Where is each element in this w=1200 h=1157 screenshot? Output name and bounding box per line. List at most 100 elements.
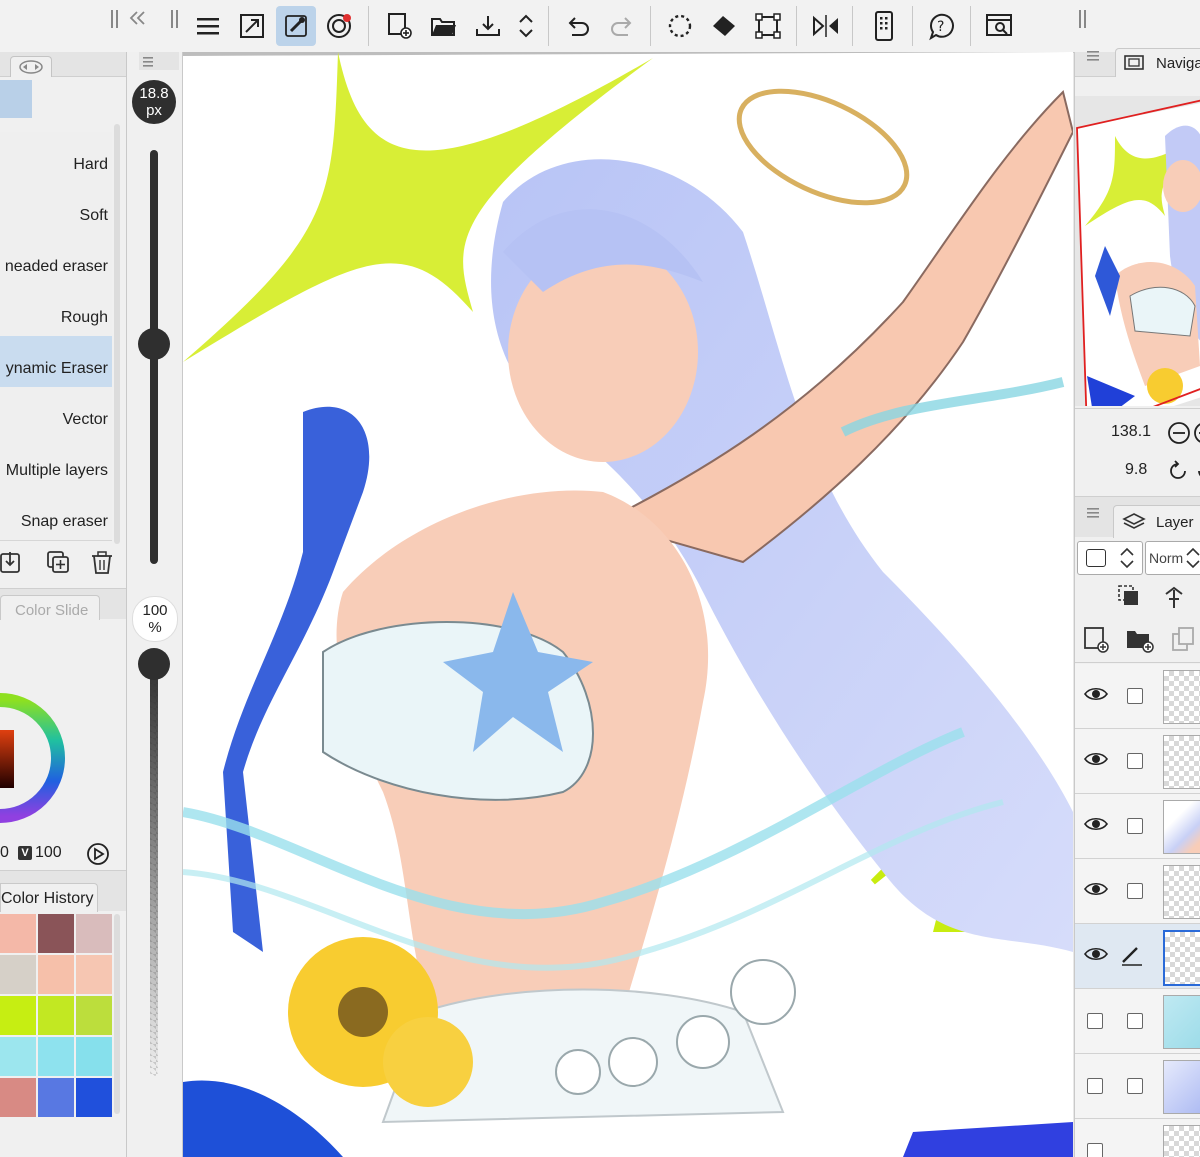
color-preview[interactable] [0,80,32,118]
phone-icon[interactable] [864,6,904,46]
subtool-item[interactable]: Rough [0,285,112,337]
canvas-area[interactable] [183,52,1073,1157]
color-wheel-icon[interactable] [0,620,126,870]
flip-icon[interactable] [806,6,846,46]
tab-navigator[interactable]: Naviga [1115,48,1200,77]
layer-checkbox[interactable] [1127,818,1143,834]
subtool-scrollbar[interactable] [114,124,120,544]
blend-mode-select[interactable]: Norm [1145,541,1200,575]
layer-checkbox[interactable] [1127,1078,1143,1094]
eye-icon[interactable] [1083,684,1109,704]
layer-row[interactable] [1075,989,1200,1054]
eye-icon[interactable] [1083,944,1109,964]
reorder-icon[interactable] [508,6,544,46]
opacity-stepper[interactable] [1077,541,1143,575]
new-folder-icon[interactable] [1125,626,1155,654]
subtool-item[interactable]: Multiple layers [0,438,112,490]
fit-icon[interactable] [232,6,272,46]
navigator-preview[interactable] [1075,96,1200,406]
navigator-thumbnail[interactable] [1075,96,1200,406]
subtool-item[interactable]: Soft [0,183,112,235]
redo-icon[interactable] [602,6,642,46]
opacity-slider[interactable] [150,660,158,1076]
import-icon[interactable] [0,550,24,576]
color-swatch[interactable] [38,955,74,994]
trash-icon[interactable] [90,550,114,576]
search-icon[interactable] [980,6,1020,46]
subtool-tab[interactable] [10,56,52,77]
selection-icon[interactable] [660,6,700,46]
panel-grip-icon[interactable] [1078,8,1090,30]
copy-layer-icon[interactable] [1171,626,1199,654]
save-icon[interactable] [468,6,508,46]
layer-row[interactable] [1075,729,1200,794]
color-swatch[interactable] [0,996,36,1035]
layer-row[interactable] [1075,1054,1200,1119]
subtool-item[interactable]: Snap eraser [0,489,112,541]
color-swatch[interactable] [38,996,74,1035]
color-swatch[interactable] [38,1037,74,1076]
color-swatch[interactable] [0,1037,36,1076]
layer-checkbox[interactable] [1127,753,1143,769]
rotate-left-icon[interactable] [1167,459,1191,483]
color-swatch[interactable] [76,1078,112,1117]
undo-icon[interactable] [558,6,598,46]
layer-row[interactable] [1075,859,1200,924]
layer-row[interactable] [1075,664,1200,729]
hamburger-icon[interactable] [1085,46,1103,64]
panel-grip-icon[interactable] [110,8,122,30]
hamburger-icon[interactable] [139,52,159,70]
tab-layer[interactable]: Layer [1113,505,1200,538]
subtool-item[interactable]: Hard [0,132,112,184]
opacity-handle[interactable] [138,648,170,680]
eye-icon[interactable] [1083,749,1109,769]
layer-row-selected[interactable] [1075,924,1200,989]
color-swatch[interactable] [0,955,36,994]
collapse-left-icon[interactable] [128,8,148,28]
history-scrollbar[interactable] [114,914,120,1114]
visibility-checkbox[interactable] [1087,1078,1103,1094]
visibility-checkbox[interactable] [1087,1143,1103,1157]
color-swatch[interactable] [76,914,112,953]
duplicate-icon[interactable] [46,550,72,576]
visibility-checkbox[interactable] [1087,1013,1103,1029]
tab-color-history[interactable]: Color History [0,883,98,912]
help-icon[interactable]: ? [922,6,962,46]
new-layer-icon[interactable] [1083,626,1111,654]
layer-checkbox[interactable] [1127,883,1143,899]
eyedropper-icon[interactable] [276,6,316,46]
subtool-item-selected[interactable]: ynamic Eraser [0,336,112,388]
open-folder-icon[interactable] [424,6,464,46]
menu-icon[interactable] [188,6,228,46]
layer-row[interactable] [1075,794,1200,859]
new-canvas-icon[interactable] [380,6,420,46]
rotate-right-icon[interactable] [1193,459,1200,483]
transform-icon[interactable] [748,6,788,46]
snap-icon[interactable] [320,6,360,46]
color-swatch[interactable] [76,955,112,994]
tab-color-slider[interactable]: Color Slide [0,595,100,620]
color-swatch[interactable] [0,1078,36,1117]
panel-grip-icon[interactable] [170,8,182,30]
artwork-canvas[interactable] [183,52,1073,1157]
zoom-out-icon[interactable] [1167,421,1191,445]
layer-checkbox[interactable] [1127,1013,1143,1029]
color-swatch[interactable] [76,996,112,1035]
hamburger-icon[interactable] [1085,503,1103,521]
layer-row[interactable] [1075,1119,1200,1157]
play-icon[interactable] [86,842,110,866]
eye-icon[interactable] [1083,814,1109,834]
color-swatch[interactable] [0,914,36,953]
brush-size-handle[interactable] [138,328,170,360]
eye-icon[interactable] [1083,879,1109,899]
fill-icon[interactable] [704,6,744,46]
subtool-item[interactable]: Vector [0,387,112,439]
color-swatch[interactable] [38,1078,74,1117]
subtool-item[interactable]: neaded eraser [0,234,112,286]
clip-layer-icon[interactable] [1117,584,1141,608]
zoom-in-icon[interactable] [1193,421,1200,445]
reference-layer-icon[interactable] [1161,584,1187,610]
color-swatch[interactable] [38,914,74,953]
layer-checkbox[interactable] [1127,688,1143,704]
color-swatch[interactable] [76,1037,112,1076]
